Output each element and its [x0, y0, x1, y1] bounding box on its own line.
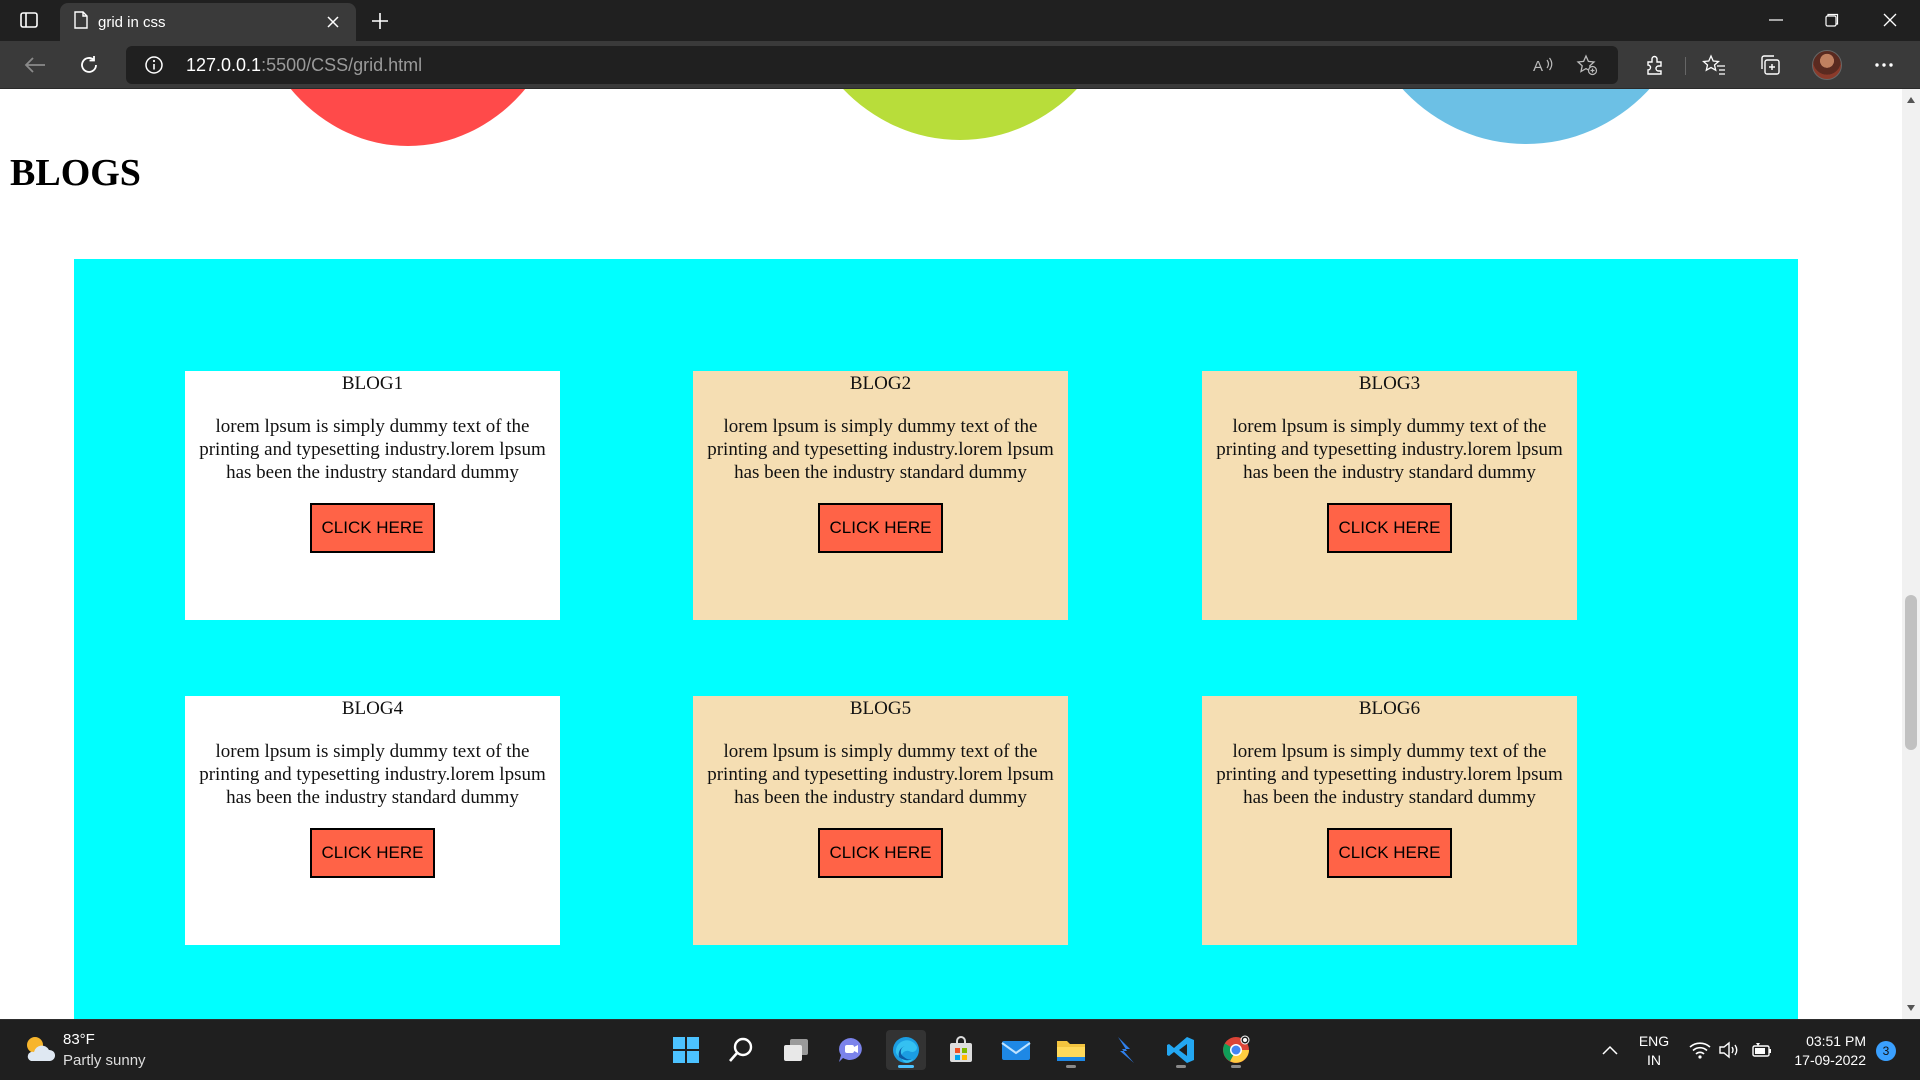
blog-grid: BLOG1 lorem lpsum is simply dummy text o… [74, 259, 1798, 1019]
scroll-thumb[interactable] [1905, 595, 1917, 750]
language-indicator[interactable]: ENG IN [1636, 1032, 1672, 1070]
tab-title: grid in css [98, 13, 166, 31]
notification-badge[interactable]: 3 [1876, 1041, 1896, 1061]
svg-text:A: A [1533, 58, 1543, 74]
blog-title: BLOG2 [849, 373, 912, 394]
minimize-icon[interactable] [1748, 0, 1804, 40]
running-indicator [1176, 1065, 1186, 1068]
restore-icon[interactable] [1804, 0, 1860, 40]
site-info-icon[interactable] [144, 55, 164, 75]
weather-description[interactable]: Partly sunny [63, 1052, 146, 1069]
click-here-button[interactable]: CLICK HERE [1327, 828, 1452, 878]
blog-text: lorem lpsum is simply dummy text of the … [707, 416, 1054, 483]
weather-icon[interactable] [22, 1034, 56, 1064]
edge-icon[interactable] [886, 1030, 926, 1070]
chevron-up-icon[interactable] [1598, 1020, 1622, 1080]
read-aloud-icon[interactable]: A [1530, 53, 1556, 77]
taskbar: 83°F Partly sunny ENG IN 03:51 PM 17-09-… [0, 1019, 1920, 1080]
blog-title: BLOG4 [341, 698, 404, 719]
blog-text: lorem lpsum is simply dummy text of the … [1216, 741, 1563, 808]
task-view-icon[interactable] [776, 1030, 816, 1070]
clock[interactable]: 03:51 PM 17-09-2022 [1780, 1032, 1866, 1070]
page-icon [74, 10, 88, 34]
close-window-icon[interactable] [1862, 0, 1918, 40]
clock-time: 03:51 PM [1806, 1033, 1866, 1049]
wifi-icon[interactable] [1686, 1020, 1714, 1080]
tab-actions-icon[interactable] [16, 9, 42, 31]
blog-title: BLOG5 [849, 698, 912, 719]
url-text[interactable]: 127.0.0.1:5500/CSS/grid.html [186, 55, 422, 76]
click-here-button[interactable]: CLICK HERE [818, 828, 943, 878]
collections-icon[interactable] [1753, 49, 1787, 81]
mail-icon[interactable] [996, 1030, 1036, 1070]
toolbar-divider [1685, 57, 1686, 75]
browser-titlebar: grid in css [0, 0, 1920, 41]
language-code: ENG [1638, 1033, 1670, 1049]
store-icon[interactable] [941, 1030, 981, 1070]
blog-title: BLOG3 [1358, 373, 1421, 394]
blog-card-5: BLOG5 lorem lpsum is simply dummy text o… [693, 696, 1068, 945]
volume-icon[interactable] [1716, 1020, 1744, 1080]
active-indicator [898, 1065, 914, 1068]
click-here-button[interactable]: CLICK HERE [818, 503, 943, 553]
click-here-button[interactable]: CLICK HERE [310, 503, 435, 553]
blog-card-6: BLOG6 lorem lpsum is simply dummy text o… [1202, 696, 1577, 945]
blog-card-1: BLOG1 lorem lpsum is simply dummy text o… [185, 371, 560, 620]
scroll-up-icon[interactable] [1906, 95, 1916, 105]
blue-circle [1355, 89, 1697, 144]
click-here-button[interactable]: CLICK HERE [310, 828, 435, 878]
chrome-icon[interactable] [1216, 1030, 1256, 1070]
refresh-icon[interactable] [72, 49, 106, 81]
vscode-icon[interactable] [1161, 1030, 1201, 1070]
browser-toolbar: 127.0.0.1:5500/CSS/grid.html A [0, 41, 1920, 89]
page-heading: BLOGS [10, 152, 141, 194]
back-icon[interactable] [18, 49, 52, 81]
blog-text: lorem lpsum is simply dummy text of the … [1216, 416, 1563, 483]
start-icon[interactable] [666, 1030, 706, 1070]
close-tab-icon[interactable] [322, 11, 344, 33]
blog-card-4: BLOG4 lorem lpsum is simply dummy text o… [185, 696, 560, 945]
page-scrollbar[interactable] [1902, 89, 1920, 1019]
weather-temperature[interactable]: 83°F [63, 1031, 95, 1048]
blog-text: lorem lpsum is simply dummy text of the … [707, 741, 1054, 808]
scroll-down-icon[interactable] [1906, 1003, 1916, 1013]
red-circle [248, 89, 568, 146]
blog-title: BLOG1 [341, 373, 404, 394]
new-tab-icon[interactable] [366, 8, 394, 34]
more-menu-icon[interactable] [1867, 49, 1901, 81]
chat-icon[interactable] [831, 1030, 871, 1070]
running-indicator [1231, 1065, 1241, 1068]
running-indicator [1066, 1065, 1076, 1068]
blog-card-3: BLOG3 lorem lpsum is simply dummy text o… [1202, 371, 1577, 620]
blog-card-2: BLOG2 lorem lpsum is simply dummy text o… [693, 371, 1068, 620]
green-circle [793, 89, 1127, 140]
address-bar[interactable]: 127.0.0.1:5500/CSS/grid.html A [126, 46, 1618, 84]
screen: grid in css 127.0.0.1:5500/CSS/grid.html… [0, 0, 1920, 1080]
url-path: :5500/CSS/grid.html [261, 55, 423, 75]
add-favorite-icon[interactable] [1574, 53, 1600, 77]
page-viewport: BLOGS BLOG1 lorem lpsum is simply dummy … [0, 89, 1902, 1019]
clock-date: 17-09-2022 [1794, 1052, 1866, 1068]
blog-text: lorem lpsum is simply dummy text of the … [199, 741, 546, 808]
blog-title: BLOG6 [1358, 698, 1421, 719]
extensions-icon[interactable] [1638, 49, 1672, 81]
browser-tab[interactable]: grid in css [60, 3, 356, 41]
favorites-icon[interactable] [1697, 49, 1731, 81]
blog-text: lorem lpsum is simply dummy text of the … [199, 416, 546, 483]
power-automate-icon[interactable] [1106, 1030, 1146, 1070]
click-here-button[interactable]: CLICK HERE [1327, 503, 1452, 553]
battery-icon[interactable] [1748, 1020, 1776, 1080]
region-code: IN [1647, 1052, 1661, 1068]
profile-avatar[interactable] [1812, 50, 1842, 80]
search-icon[interactable] [721, 1030, 761, 1070]
file-explorer-icon[interactable] [1051, 1030, 1091, 1070]
url-host: 127.0.0.1 [186, 55, 262, 75]
